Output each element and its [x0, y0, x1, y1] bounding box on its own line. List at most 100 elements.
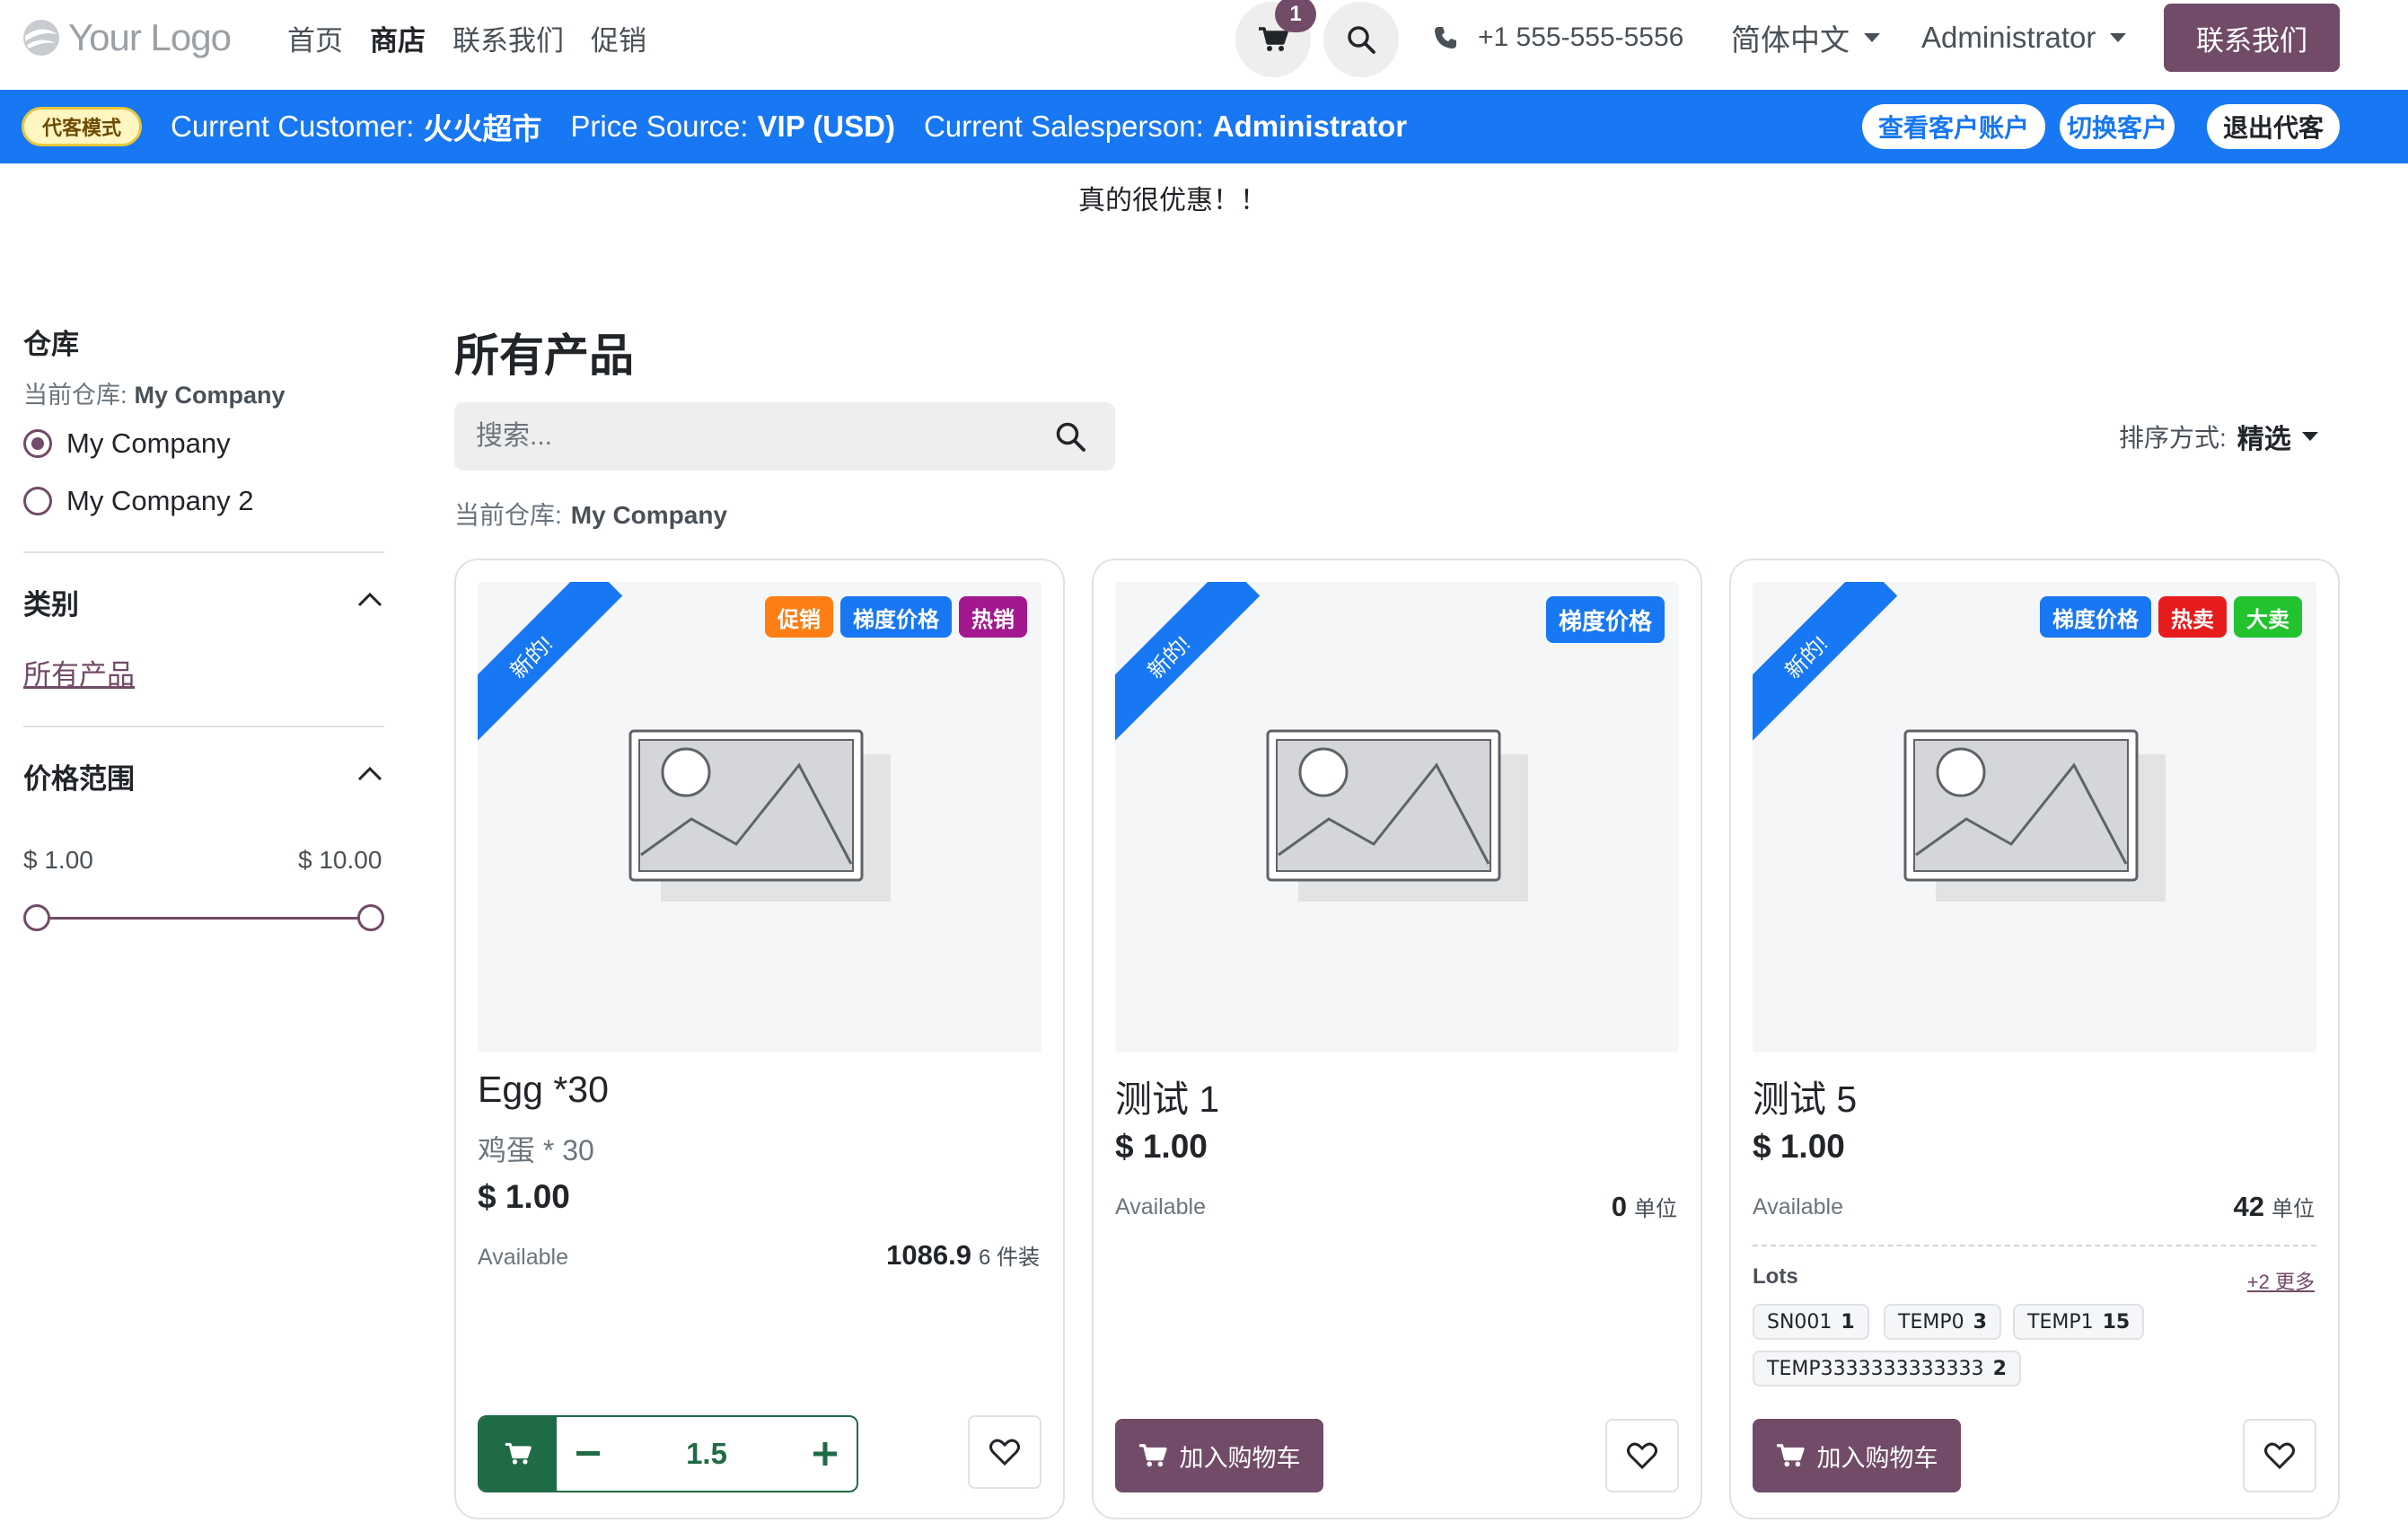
image-placeholder-icon	[1903, 729, 2166, 902]
search-toggle-button[interactable]	[1323, 2, 1399, 77]
product-card-egg: 新的! 促销 梯度价格 热销 Egg *30 鸡蛋 * 30 $ 1.00 Av…	[454, 559, 1065, 1519]
chevron-up-icon[interactable]	[356, 760, 384, 788]
exit-agent-mode-button[interactable]: 退出代客	[2207, 104, 2340, 149]
wishlist-button[interactable]	[2243, 1419, 2316, 1492]
lots-more-link[interactable]: +2 更多	[2247, 1266, 2315, 1295]
nav-promotions[interactable]: 促销	[591, 18, 646, 58]
agent-mode-bar: 代客模式 Current Customer: 火火超市 Price Source…	[0, 90, 2408, 163]
stock-unit: 单位	[2272, 1197, 2315, 1221]
product-image[interactable]: 新的! 梯度价格 热卖 大卖	[1753, 582, 2316, 1052]
price-slider-track[interactable]	[38, 917, 370, 920]
badge-tier-price: 梯度价格	[2040, 596, 2151, 638]
nav-home[interactable]: 首页	[287, 18, 343, 58]
chevron-down-icon	[2110, 33, 2127, 42]
logo-icon	[23, 20, 59, 56]
language-selector[interactable]: 简体中文	[1731, 16, 1880, 59]
category-all-products-link[interactable]: 所有产品	[23, 652, 135, 692]
stock-qty: 1086.9	[886, 1239, 971, 1271]
availability-qty: 1086.9 6 件装	[886, 1239, 1040, 1272]
sidebar-divider	[23, 551, 384, 553]
search-input[interactable]	[476, 402, 1033, 471]
product-card-test-5: 新的! 梯度价格 热卖 大卖 测试 5 $ 1.00 Available 42 …	[1729, 559, 2340, 1519]
current-warehouse-value: My Company	[134, 382, 286, 409]
page-title: 所有产品	[454, 330, 634, 381]
lot-qty: 1	[1841, 1310, 1855, 1334]
product-name[interactable]: 测试 5	[1753, 1069, 1857, 1122]
nav-contact[interactable]: 联系我们	[453, 18, 564, 58]
logo-text: Your Logo	[68, 16, 232, 58]
product-image[interactable]: 新的! 梯度价格	[1115, 582, 1679, 1052]
add-to-cart-label: 加入购物车	[1179, 1444, 1301, 1472]
image-placeholder-icon	[1266, 729, 1528, 902]
search-icon	[1348, 26, 1375, 54]
product-card-test-1: 新的! 梯度价格 测试 1 $ 1.00 Available 0 单位 加入购物…	[1092, 559, 1702, 1519]
price-slider-max-handle[interactable]	[357, 904, 384, 931]
product-badges: 促销 梯度价格 热销	[765, 596, 1027, 638]
price-source-value: VIP (USD)	[757, 110, 895, 143]
sort-dropdown[interactable]: 排序方式: 精选	[2119, 418, 2318, 454]
add-to-cart-button[interactable]: 加入购物车	[1753, 1419, 1961, 1492]
quantity-value[interactable]: 1.5	[620, 1437, 794, 1471]
agent-mode-badge: 代客模式	[22, 107, 142, 146]
search-icon[interactable]	[1054, 420, 1086, 453]
warehouse-option-label: My Company 2	[66, 485, 254, 516]
lot-code: TEMP1	[2027, 1310, 2094, 1334]
site-logo[interactable]: Your Logo	[22, 13, 232, 63]
price-max-label: $ 10.00	[298, 846, 382, 874]
product-name[interactable]: 测试 1	[1115, 1069, 1219, 1122]
price-slider-min-handle[interactable]	[23, 904, 50, 931]
current-warehouse-value: My Company	[570, 501, 728, 529]
decrease-qty-button[interactable]	[557, 1417, 620, 1491]
price-min-label: $ 1.00	[23, 846, 93, 874]
chevron-up-icon[interactable]	[356, 585, 384, 614]
availability-label: Available	[1115, 1194, 1207, 1219]
user-menu[interactable]: Administrator	[1921, 16, 2127, 59]
product-price: $ 1.00	[1753, 1128, 1845, 1165]
salesperson-value: Administrator	[1212, 110, 1408, 143]
phone-contact[interactable]: +1 555-555-5556	[1433, 18, 1683, 57]
lot-chip: TEMP3333333333333 2	[1753, 1351, 2021, 1387]
wishlist-button[interactable]	[1605, 1419, 1679, 1492]
availability-qty: 0 单位	[1612, 1191, 1677, 1223]
nav-shop[interactable]: 商店	[370, 18, 426, 58]
product-name[interactable]: Egg *30	[478, 1069, 609, 1111]
cart-icon	[1138, 1444, 1167, 1467]
sort-label: 排序方式:	[2119, 424, 2227, 452]
cart-count-badge: 1	[1275, 0, 1316, 32]
lot-code: SN001	[1767, 1310, 1832, 1334]
agent-info: Current Customer: 火火超市 Price Source: VIP…	[171, 90, 1436, 163]
badge-tier-price: 梯度价格	[840, 596, 952, 638]
increase-qty-button[interactable]	[794, 1417, 857, 1491]
lot-chip: TEMP1 15	[2013, 1304, 2145, 1340]
cart-icon	[1776, 1444, 1805, 1467]
radio-empty-icon[interactable]	[23, 487, 52, 515]
lot-code: TEMP3333333333333	[1767, 1357, 1984, 1380]
cart-icon	[505, 1442, 532, 1465]
warehouse-option-my-company-2[interactable]: My Company 2	[23, 485, 253, 517]
contact-us-button[interactable]: 联系我们	[2164, 4, 2340, 72]
lots-divider	[1753, 1245, 2316, 1246]
plus-icon	[813, 1442, 837, 1466]
switch-customer-button[interactable]: 切换客户	[2060, 104, 2175, 149]
warehouse-option-my-company[interactable]: My Company	[23, 427, 231, 460]
wishlist-button[interactable]	[968, 1415, 1041, 1489]
product-badges: 梯度价格 热卖 大卖	[2040, 596, 2302, 638]
product-image[interactable]: 新的! 促销 梯度价格 热销	[478, 582, 1041, 1052]
view-customer-account-button[interactable]: 查看客户账户	[1862, 104, 2045, 149]
new-ribbon: 新的!	[1753, 582, 1898, 749]
chevron-down-icon	[1864, 33, 1880, 42]
badge-tier-price: 梯度价格	[1545, 596, 1665, 643]
radio-selected-icon[interactable]	[23, 429, 52, 458]
in-cart-button[interactable]	[479, 1417, 557, 1491]
add-to-cart-label: 加入购物车	[1816, 1444, 1938, 1472]
stock-qty: 42	[2233, 1191, 2264, 1222]
language-label: 简体中文	[1731, 23, 1850, 57]
warehouse-option-label: My Company	[66, 427, 231, 459]
current-warehouse-info: 当前仓库: My Company	[23, 375, 286, 410]
badge-hot: 热销	[959, 596, 1027, 638]
salesperson-label: Current Salesperson:	[923, 110, 1204, 143]
new-ribbon: 新的!	[478, 582, 623, 749]
warehouse-title: 仓库	[23, 329, 79, 360]
lot-qty: 15	[2102, 1310, 2131, 1334]
add-to-cart-button[interactable]: 加入购物车	[1115, 1419, 1323, 1492]
